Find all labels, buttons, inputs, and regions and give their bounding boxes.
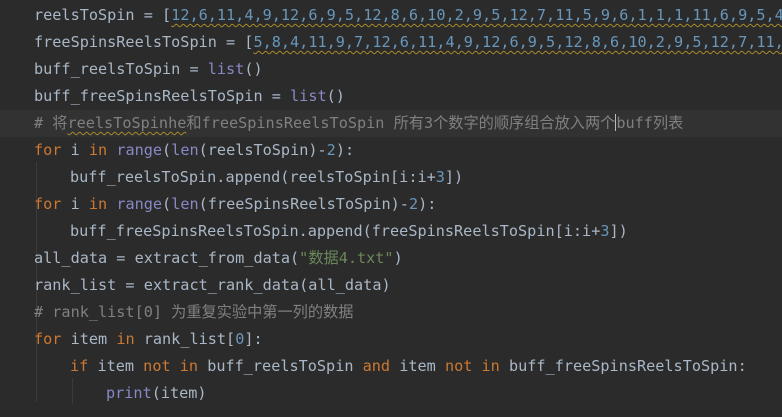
variable-name: freeSpinsReelsToSpin bbox=[34, 33, 217, 51]
paren: ( bbox=[162, 195, 172, 213]
comment-start: # 将 bbox=[34, 114, 68, 132]
loop-variable: i bbox=[61, 195, 89, 213]
loop-variable: i bbox=[61, 141, 89, 159]
comment-typo-word: reelsToSpinhe bbox=[67, 114, 187, 132]
code-line: # rank_list[0] 为重复实验中第一列的数据 bbox=[0, 299, 782, 326]
function-call: rank_list = extract_rank_data(all_data) bbox=[34, 276, 391, 294]
code-line: reelsToSpin = [12,6,11,4,9,12,6,9,5,12,8… bbox=[0, 2, 782, 29]
keyword-and: and bbox=[362, 357, 391, 375]
number-literal: 2 bbox=[408, 195, 419, 213]
append-call: buff_freeSpinsReelsToSpin.append(freeSpi… bbox=[70, 222, 601, 240]
code-line: freeSpinsReelsToSpin = [5,8,4,11,9,7,12,… bbox=[0, 29, 782, 56]
paren: ( bbox=[162, 141, 172, 159]
comment-text: # rank_list[0] 为重复实验中第一列的数据 bbox=[34, 303, 354, 321]
len-arg: (freeSpinsReelsToSpin)- bbox=[198, 195, 409, 213]
keyword-in: in bbox=[116, 330, 135, 348]
close-paren: ) bbox=[393, 249, 403, 267]
operand: item bbox=[390, 357, 445, 375]
operator: = [ bbox=[134, 6, 172, 24]
number-literal: 0 bbox=[235, 330, 245, 348]
builtin-len: len bbox=[171, 141, 199, 159]
code-line: buff_freeSpinsReelsToSpin = list() bbox=[0, 83, 782, 110]
comment-text-end: buff列表 bbox=[616, 114, 684, 132]
code-line-current[interactable]: # 将reelsToSpinhe和freeSpinsReelsToSpin 所有… bbox=[0, 110, 782, 137]
code-line: buff_reelsToSpin = list() bbox=[0, 56, 782, 83]
number-literal: 3 bbox=[600, 222, 610, 240]
number-list: 12,6,11,4,9,12,6,9,5,12,8,6,10,2,9,5,12,… bbox=[171, 6, 782, 24]
variable-name: reelsToSpin bbox=[34, 6, 135, 24]
code-line: if item not in buff_reelsToSpin and item… bbox=[0, 353, 782, 380]
code-line: rank_list = extract_rank_data(all_data) bbox=[0, 272, 782, 299]
operator: = [ bbox=[216, 33, 254, 51]
operand: buff_reelsToSpin bbox=[198, 357, 363, 375]
code-line: for item in rank_list[0]: bbox=[0, 326, 782, 353]
string-literal: "数据4.txt" bbox=[299, 249, 394, 267]
bracket-colon: ]: bbox=[244, 330, 263, 348]
code-line: all_data = extract_from_data("数据4.txt") bbox=[0, 245, 782, 272]
loop-variable: item bbox=[61, 330, 117, 348]
number-literal: 2 bbox=[326, 141, 336, 159]
comment-text: 和freeSpinsReelsToSpin 所有3个数字的顺序组合放入两个 bbox=[186, 114, 616, 132]
call-parens: () bbox=[326, 87, 345, 105]
builtin-len: len bbox=[171, 195, 199, 213]
keyword-in: in bbox=[88, 195, 108, 213]
print-args: (item) bbox=[151, 384, 207, 402]
keyword-if: if bbox=[70, 357, 89, 375]
number-list: 5,8,4,11,9,7,12,6,11,4,9,12,6,9,5,12,8,6… bbox=[253, 33, 782, 51]
call-parens: () bbox=[244, 60, 263, 78]
keyword-for: for bbox=[34, 330, 62, 348]
append-close: ]) bbox=[609, 222, 628, 240]
keyword-for: for bbox=[34, 141, 62, 159]
keyword-in: in bbox=[88, 141, 108, 159]
function-call: all_data = extract_from_data( bbox=[34, 249, 300, 267]
append-close: ]) bbox=[444, 168, 464, 186]
paren-colon: ): bbox=[418, 195, 437, 213]
builtin-print: print bbox=[106, 384, 152, 402]
keyword-not-in: not in bbox=[444, 357, 500, 375]
keyword-for: for bbox=[34, 195, 62, 213]
code-line: print(item) bbox=[0, 380, 782, 407]
assignment: buff_freeSpinsReelsToSpin = bbox=[34, 87, 291, 105]
builtin-range: range bbox=[116, 141, 163, 159]
len-arg: (reelsToSpin)- bbox=[198, 141, 327, 159]
code-line: for i in range(len(freeSpinsReelsToSpin)… bbox=[0, 191, 782, 218]
builtin-list: list bbox=[290, 87, 327, 105]
assignment: buff_reelsToSpin = bbox=[34, 60, 208, 78]
code-editor[interactable]: reelsToSpin = [12,6,11,4,9,12,6,9,5,12,8… bbox=[0, 0, 782, 417]
builtin-list: list bbox=[207, 60, 245, 78]
number-literal: 3 bbox=[435, 168, 445, 186]
keyword-not-in: not in bbox=[143, 357, 199, 375]
operand: buff_freeSpinsReelsToSpin: bbox=[499, 357, 747, 375]
paren-colon: ): bbox=[335, 141, 355, 159]
builtin-range: range bbox=[116, 195, 163, 213]
code-line: buff_reelsToSpin.append(reelsToSpin[i:i+… bbox=[0, 164, 782, 191]
index-expr: rank_list[ bbox=[134, 330, 236, 348]
operand: item bbox=[88, 357, 144, 375]
code-line: for i in range(len(reelsToSpin)-2): bbox=[0, 137, 782, 164]
append-call: buff_reelsToSpin.append(reelsToSpin[i:i+ bbox=[70, 168, 436, 186]
code-line: buff_freeSpinsReelsToSpin.append(freeSpi… bbox=[0, 218, 782, 245]
